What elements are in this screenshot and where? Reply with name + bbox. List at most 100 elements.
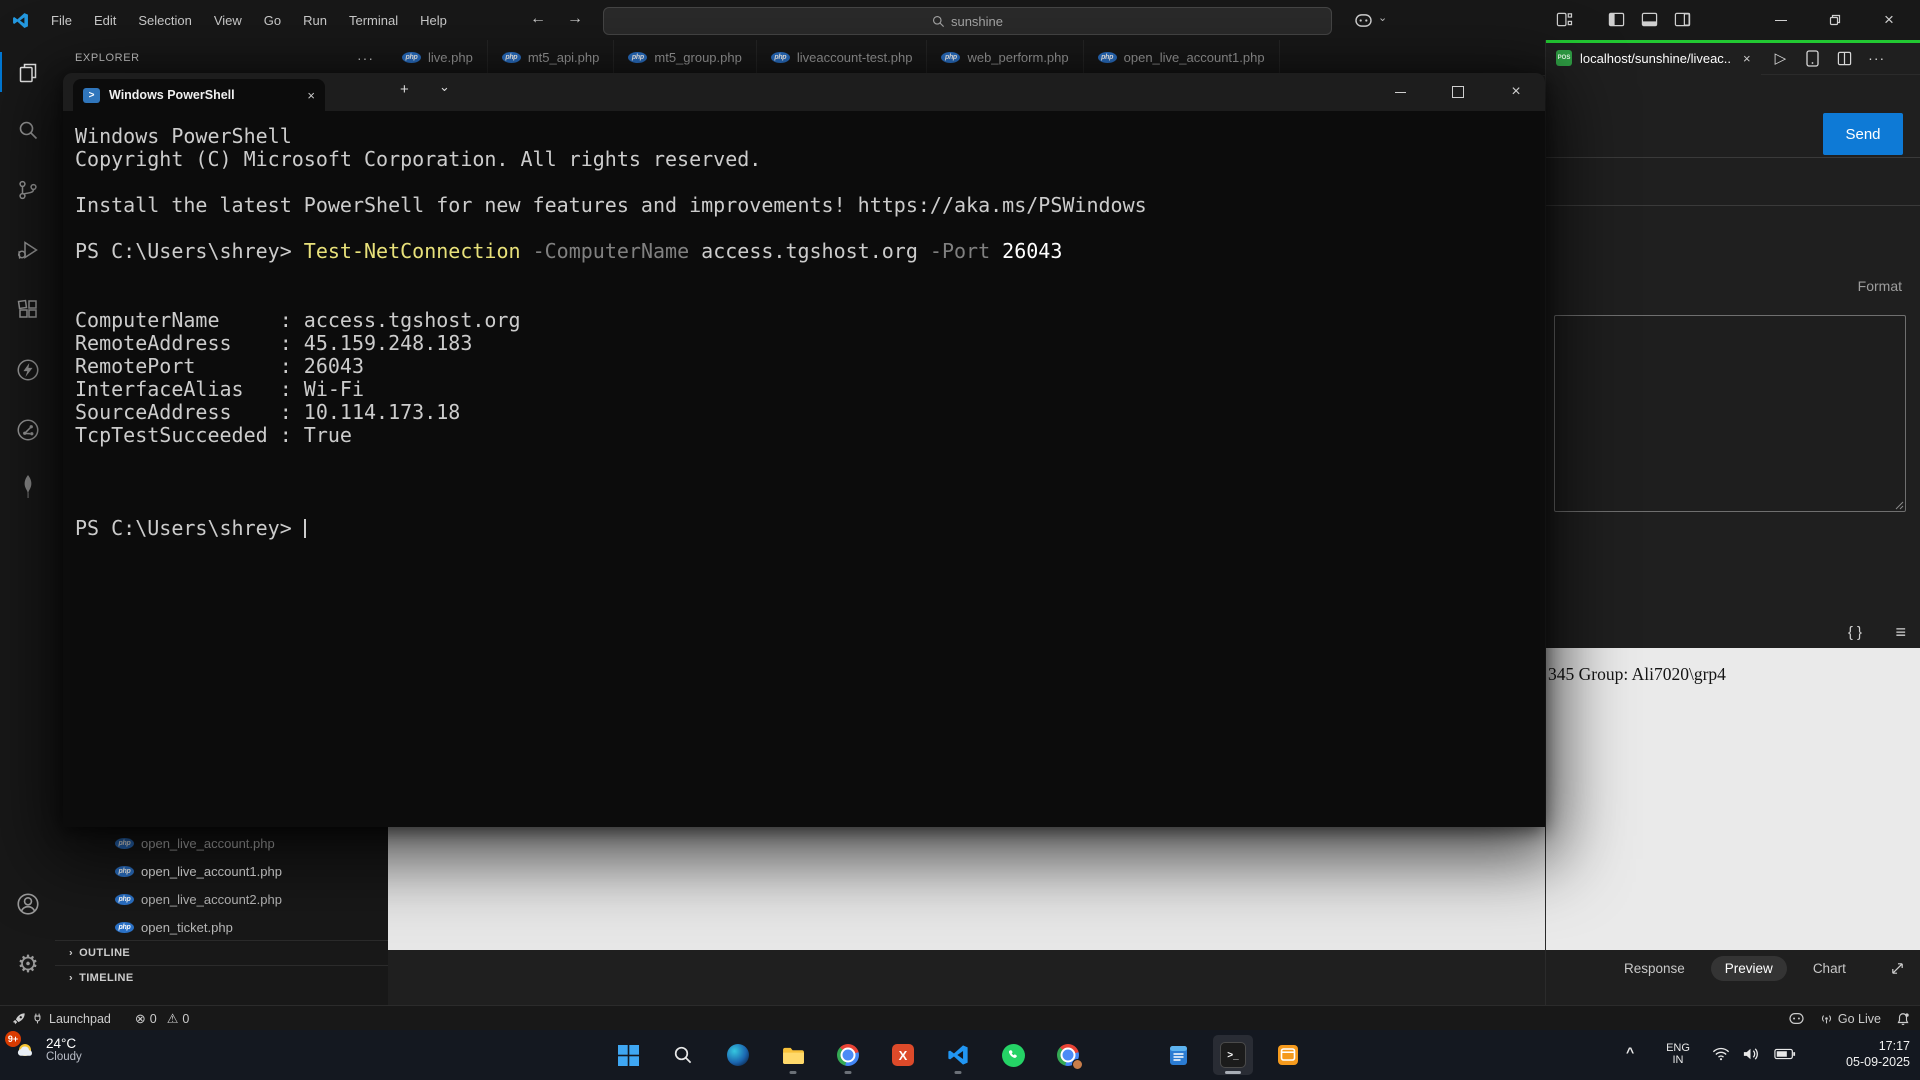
api-client-icon[interactable] [5,407,51,453]
clock-widget[interactable]: 17:17 05-09-2025 [1846,1038,1910,1070]
window-minimize-button[interactable] [1758,0,1804,40]
file-explorer-icon[interactable] [773,1035,813,1075]
tab-chart[interactable]: Chart [1813,961,1846,976]
start-button[interactable] [608,1035,648,1075]
settings-gear-icon[interactable]: ⚙ [5,941,51,987]
xampp-icon[interactable]: X [883,1035,923,1075]
rest-client-panel: POS localhost/sunshine/liveac.. × ▷ ··· … [1545,40,1920,1005]
file-label: open_ticket.php [141,920,233,935]
run-debug-icon[interactable] [5,227,51,273]
tab-dropdown-icon[interactable]: ⌄ [439,79,450,95]
explorer-actions-icon[interactable]: ··· [357,50,374,66]
expand-icon[interactable] [1890,961,1905,976]
terminal-maximize-button[interactable] [1435,73,1481,111]
close-icon[interactable]: × [1743,51,1751,66]
resize-grip-icon[interactable] [1894,500,1904,510]
menu-selection[interactable]: Selection [127,0,202,40]
more-actions-icon[interactable]: ··· [1868,50,1885,66]
tab-response[interactable]: Response [1624,961,1685,976]
copilot-chevron-icon[interactable]: ⌄ [1378,11,1387,24]
browser-preview-tab[interactable]: POS localhost/sunshine/liveac.. × [1546,42,1761,75]
send-button[interactable]: Send [1823,113,1903,155]
file-open_live_account2[interactable]: php open_live_account2.php [55,885,388,913]
launchpad-item[interactable]: Launchpad [12,1012,111,1026]
thunder-client-icon[interactable] [5,347,51,393]
menu-edit[interactable]: Edit [83,0,127,40]
terminal-tab-title: Windows PowerShell [109,88,235,102]
account-icon[interactable] [5,881,51,927]
customize-layout-icon[interactable] [1556,11,1573,28]
command-param-computername: -ComputerName [521,239,690,263]
tab-preview-active[interactable]: Preview [1711,956,1787,981]
wifi-icon[interactable] [1712,1047,1730,1061]
terminal-minimize-button[interactable] [1377,73,1423,111]
terminal-buffer[interactable]: Windows PowerShell Copyright (C) Microso… [63,111,1545,540]
new-tab-icon[interactable]: + [400,81,409,98]
chrome-profile-icon[interactable] [1048,1035,1088,1075]
whatsapp-icon[interactable] [993,1035,1033,1075]
close-tab-icon[interactable]: × [307,88,315,103]
format-json-icon[interactable]: { } [1848,624,1862,641]
blue-app-icon[interactable] [1103,1035,1143,1075]
toggle-secondary-sidebar-icon[interactable] [1674,11,1691,28]
terminal-titlebar[interactable]: > Windows PowerShell × + ⌄ × [63,73,1545,111]
warning-icon: ⚠ [167,1011,179,1027]
copilot-status-icon[interactable] [1788,1012,1805,1025]
weather-widget[interactable]: 9+ 24°C Cloudy [8,1034,82,1064]
request-body-textarea[interactable] [1554,315,1906,512]
orange-app-icon[interactable] [1268,1035,1308,1075]
vscode-taskbar-icon[interactable] [938,1035,978,1075]
timeline-section[interactable]: › TIMELINE [55,965,388,990]
back-icon[interactable]: ← [530,10,546,28]
list-view-icon[interactable]: ≡ [1895,622,1906,643]
battery-icon[interactable] [1774,1048,1796,1060]
command-center-search[interactable]: sunshine [603,7,1332,35]
file-open_live_account[interactable]: php open_live_account.php [55,829,388,857]
terminal-taskbar-icon[interactable]: >_ [1213,1035,1253,1075]
command-param-port: -Port [918,239,990,263]
search-sidebar-icon[interactable] [5,107,51,153]
outline-section[interactable]: › OUTLINE [55,940,388,965]
notifications-bell-icon[interactable] [1896,1012,1910,1026]
tab-mt5-group-php[interactable]: phpmt5_group.php [614,40,756,75]
forward-icon[interactable]: → [567,10,583,28]
file-open_live_account1[interactable]: php open_live_account1.php [55,857,388,885]
menu-run[interactable]: Run [292,0,338,40]
volume-icon[interactable] [1742,1046,1759,1062]
split-editor-icon[interactable] [1837,51,1852,66]
edge-browser-icon[interactable] [718,1035,758,1075]
taskbar-search-icon[interactable] [663,1035,703,1075]
toggle-sidebar-icon[interactable] [1608,11,1625,28]
tab-live-php[interactable]: phplive.php [388,40,488,75]
tab-liveaccount-test-php[interactable]: phpliveaccount-test.php [757,40,928,75]
search-value: sunshine [951,14,1003,29]
chrome-icon[interactable] [828,1035,868,1075]
tray-chevron-up-icon[interactable]: ^ [1626,1044,1634,1060]
terminal-close-button[interactable]: × [1493,73,1539,111]
run-icon[interactable]: ▷ [1775,49,1787,67]
tab-mt5-api-php[interactable]: phpmt5_api.php [488,40,615,75]
lang-line1: ENG [1660,1042,1696,1054]
explorer-icon[interactable] [5,50,51,96]
notepad-icon[interactable] [1158,1035,1198,1075]
window-restore-button[interactable] [1812,0,1858,40]
file-open_ticket[interactable]: php open_ticket.php [55,913,388,941]
menu-terminal[interactable]: Terminal [338,0,409,40]
mongodb-icon[interactable] [5,464,51,510]
problems-item[interactable]: ⊗ 0 ⚠ 0 [135,1011,189,1027]
menu-go[interactable]: Go [253,0,292,40]
tab-open-live-account1-php[interactable]: phpopen_live_account1.php [1084,40,1280,75]
go-live-item[interactable]: Go Live [1820,1012,1881,1026]
language-indicator[interactable]: ENG IN [1660,1042,1696,1066]
extensions-icon[interactable] [5,287,51,333]
tab-web-perform-php[interactable]: phpweb_perform.php [927,40,1083,75]
toggle-panel-icon[interactable] [1641,11,1658,28]
open-in-device-icon[interactable] [1806,50,1819,67]
copilot-icon[interactable] [1352,10,1374,30]
menu-file[interactable]: File [40,0,83,40]
menu-view[interactable]: View [203,0,253,40]
source-control-icon[interactable] [5,167,51,213]
menu-help[interactable]: Help [409,0,458,40]
window-close-button[interactable]: × [1866,0,1912,40]
terminal-tab[interactable]: > Windows PowerShell × [73,79,325,111]
